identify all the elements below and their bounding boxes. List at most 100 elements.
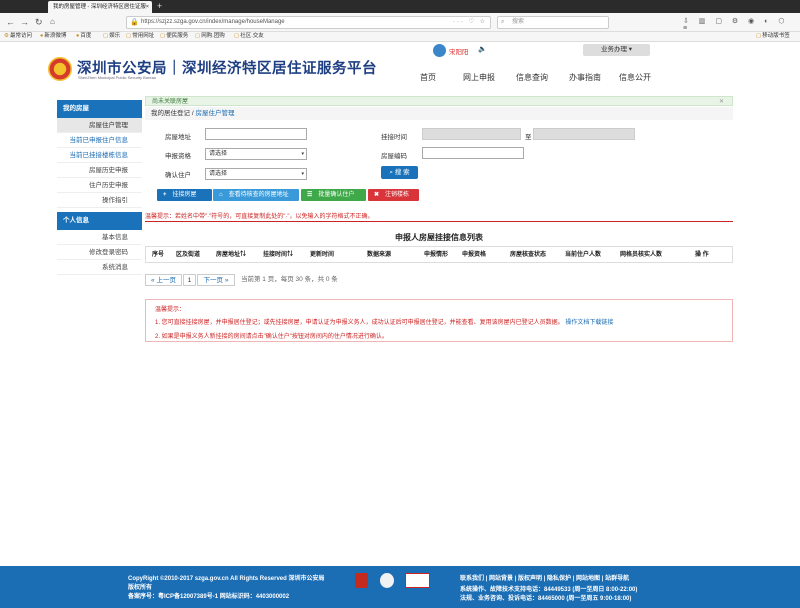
batch-confirm-button[interactable]: ☰ 批量确认住户 (301, 189, 366, 201)
page-number[interactable]: 1 (183, 274, 196, 286)
sidebar-section-personal: 个人信息 (57, 212, 142, 230)
browser-navbar: ← → ↻ ⌂ 🔒 https://szjzz.szga.gov.cn/index… (0, 13, 800, 32)
sidebar-item[interactable]: 当前已挂接楼栋信息 (57, 148, 142, 163)
toolbar-icons[interactable]: ⇩ ▥ ▢ ⚙ ◉ ◐ ⬡ ≡ (683, 17, 800, 32)
qualification-select[interactable]: 请选择 ▾ (205, 148, 307, 160)
footer-consult: 法规、业务咨询、投诉电话：84465000 (周一至周五 9:00-18:00) (460, 596, 632, 602)
notice-bar: 尚未关联房屋 ✕ (145, 96, 733, 106)
footer-rights: 版权所有 (128, 585, 153, 591)
link-time-label: 挂接时间 (381, 134, 407, 141)
forward-icon[interactable]: → (20, 16, 29, 28)
sidebar-item[interactable]: 当前已申报住户信息 (57, 133, 142, 148)
close-icon: ✖ (374, 192, 380, 198)
column-header[interactable]: 挂接时间⇅ (263, 247, 293, 263)
column-header: 更新时间 (310, 252, 335, 258)
doc-download-link[interactable]: 操作文档下载链接 (565, 320, 613, 326)
link-house-button[interactable]: + 挂接房屋 (157, 189, 212, 201)
cancel-building-button[interactable]: ✖ 注销楼栋 (368, 189, 419, 201)
bookmark[interactable]: ▢网购.团购 (195, 32, 225, 41)
bookmark[interactable]: ●百度 (76, 32, 91, 41)
column-header: 申报情形 (424, 252, 449, 258)
bookmark[interactable]: ▢娱乐 (103, 32, 120, 41)
column-header: 当前住户人数 (565, 252, 602, 258)
speaker-icon[interactable]: 🔈 (478, 45, 487, 53)
next-page-button[interactable]: 下一页 » (197, 274, 235, 286)
house-address-input[interactable] (205, 128, 307, 140)
sidebar-item[interactable]: 住户历史申报 (57, 178, 142, 193)
prev-page-button[interactable]: « 上一页 (145, 274, 182, 286)
column-header: 房屋核查状态 (510, 252, 547, 258)
mobile-bookmarks[interactable]: ▢移动版书签 (756, 32, 790, 41)
nav-guide[interactable]: 办事指南 (569, 72, 601, 83)
home-icon: ⌂ (219, 192, 223, 198)
bookmark[interactable]: ●新浪微博 (40, 32, 66, 41)
sidebar: 我的房屋 房屋住户管理 当前已申报住户信息 当前已挂接楼栋信息 房屋历史申报 住… (57, 100, 142, 275)
gov-site-badge-icon[interactable] (405, 573, 430, 588)
back-icon[interactable]: ← (6, 16, 15, 28)
column-header: 申报资格 (462, 252, 487, 258)
link-time-start-input[interactable] (422, 128, 521, 140)
nav-info-public[interactable]: 信息公开 (619, 72, 651, 83)
police-badge-icon[interactable] (355, 573, 368, 588)
sidebar-item[interactable]: 房屋住户管理 (57, 118, 142, 133)
url-tools-icon[interactable]: ··· ♡ ☆ (453, 17, 487, 28)
nav-info-query[interactable]: 信息查询 (516, 72, 548, 83)
footer-links[interactable]: 联系我们 | 网站背景 | 版权声明 | 隐私保护 | 网站地图 | 站群导航 (460, 573, 629, 582)
nav-online-declare[interactable]: 网上申报 (463, 72, 495, 83)
avatar[interactable] (433, 44, 446, 57)
police-emblem-icon (48, 57, 72, 81)
sidebar-item[interactable]: 操作指引 (57, 193, 142, 208)
url-text: https://szjzz.szga.gov.cn/index/manage/h… (141, 19, 285, 25)
url-bar[interactable]: 🔒 https://szjzz.szga.gov.cn/index/manage/… (126, 16, 491, 29)
sidebar-item[interactable]: 基本信息 (57, 230, 142, 245)
column-header: 序号 (152, 252, 165, 258)
column-header[interactable]: 房屋地址⇅ (216, 247, 246, 263)
search-placeholder: 搜索 (512, 19, 525, 25)
bookmarks-bar: ⚙最常访问 ●新浪微博 ●百度 ▢娱乐 ▢常用网址 ▢便民服务 ▢网购.团购 ▢… (0, 32, 800, 42)
close-tab-icon[interactable]: × (146, 1, 149, 13)
divider (145, 221, 733, 222)
site-header: 深圳市公安局｜深圳经济特区居住证服务平台 ShenZhen Municipal … (0, 42, 800, 95)
breadcrumb-sep: / (191, 110, 194, 117)
confirm-select[interactable]: 请选择 ▾ (205, 168, 307, 180)
sidebar-item[interactable]: 修改登录密码 (57, 245, 142, 260)
close-icon[interactable]: ✕ (719, 97, 724, 107)
breadcrumb-current[interactable]: 房屋住户管理 (195, 110, 234, 117)
tips-line1: 1. 您可直接挂接房屋，并申报居住登记；或先挂接房屋，申请认证为申报义务人，成功… (155, 320, 614, 326)
nav-home[interactable]: 首页 (420, 72, 436, 83)
sidebar-item[interactable]: 房屋历史申报 (57, 163, 142, 178)
browser-search-input[interactable]: ⌕ 搜索 (497, 16, 609, 29)
sidebar-item[interactable]: 系统消息 (57, 260, 142, 275)
confirm-label: 确认住户 (165, 172, 191, 179)
new-tab-icon[interactable]: + (157, 0, 162, 12)
search-icon: ⌕ (501, 19, 505, 25)
qualification-label: 申报资格 (165, 153, 191, 160)
warning-text: 温馨提示：若姓名中带"·"符号的，可直接复制此处的"·"，以免输入的字符格式不正… (145, 214, 374, 220)
bookmark[interactable]: ⚙最常访问 (4, 32, 32, 41)
column-header: 区及街道 (176, 252, 201, 258)
reload-icon[interactable]: ↻ (35, 16, 43, 28)
breadcrumb-root[interactable]: 我的居住登记 (151, 110, 190, 117)
plus-icon: + (163, 192, 167, 198)
bookmark[interactable]: ▢常用网址 (126, 32, 154, 41)
footer-icp: 备案序号：粤ICP备12007389号-1 网站标识码：4403000002 (128, 594, 290, 600)
search-button[interactable]: ⌕ 搜 索 (381, 166, 418, 179)
link-time-end-input[interactable] (533, 128, 635, 140)
gov-emblem-icon[interactable] (380, 573, 394, 588)
user-name[interactable]: 宋阳阳 (449, 46, 469, 56)
search-icon: ⌕ (389, 169, 393, 176)
tips-box: 温馨提示： 1. 您可直接挂接房屋，并申报居住登记；或先挂接房屋，申请认证为申报… (145, 299, 733, 342)
browser-tab-bar: 我的房屋管理 - 深圳经济特区居住证服 × + (0, 0, 800, 13)
bookmark[interactable]: ▢便民服务 (160, 32, 188, 41)
view-pending-address-button[interactable]: ⌂ 查看待核查的房屋地址 (213, 189, 299, 201)
column-header: 操 作 (695, 252, 709, 258)
tips-line2: 2. 如果是申报义务人新挂接的房间请点击"确认住户"按钮对房间内的住户情况进行确… (155, 334, 388, 340)
business-button[interactable]: 业务办理 ▾ (583, 44, 650, 56)
home-icon[interactable]: ⌂ (50, 16, 55, 28)
site-name-en: ShenZhen Municipal Public Security Burea… (78, 75, 157, 80)
house-code-input[interactable] (422, 147, 524, 159)
main-content: 尚未关联房屋 ✕ 我的居住登记 / 房屋住户管理 房屋地址 挂接时间 至 申报资格… (145, 96, 733, 342)
pager-info: 当前第 1 页，每页 30 条，共 0 条 (241, 276, 338, 283)
browser-tab[interactable]: 我的房屋管理 - 深圳经济特区居住证服 × (48, 1, 152, 13)
bookmark[interactable]: ▢社区.交友 (234, 32, 264, 41)
